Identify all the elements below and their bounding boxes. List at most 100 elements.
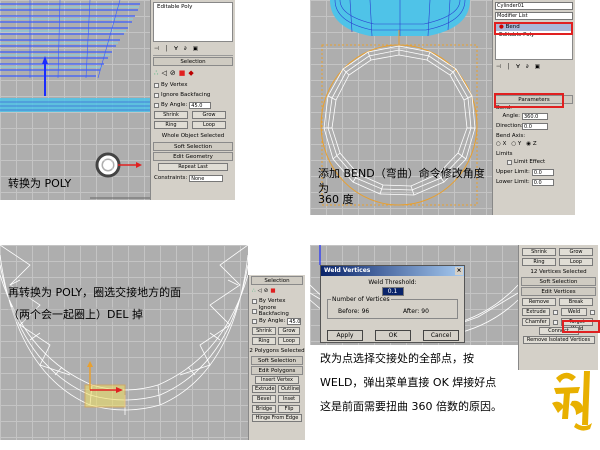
limit-effect-label: Limit Effect: [514, 159, 546, 165]
caption-weld-2: WELD，弹出菜单直接 OK 焊接好点: [320, 376, 497, 389]
weld-threshold-field[interactable]: 0.1: [381, 287, 404, 296]
by-angle-checkbox[interactable]: [154, 102, 159, 108]
shrink-button[interactable]: Shrink: [154, 111, 188, 119]
rollout-selection[interactable]: Selection: [153, 57, 233, 66]
chamfer-settings-icon[interactable]: [553, 319, 558, 325]
ring-button[interactable]: Ring: [522, 258, 556, 266]
by-angle-checkbox[interactable]: [252, 318, 257, 324]
ignore-backfacing-checkbox[interactable]: [252, 308, 257, 314]
border-mode-icon[interactable]: ⊘: [170, 69, 176, 77]
grow-button[interactable]: Grow: [192, 111, 226, 119]
upper-limit-field[interactable]: 0.0: [531, 168, 554, 176]
inset-button[interactable]: Inset: [278, 395, 300, 403]
hinge-from-edge-button[interactable]: Hinge From Edge: [252, 414, 302, 422]
remove-button[interactable]: Remove: [522, 298, 556, 306]
rollout-soft-selection[interactable]: Soft Selection: [521, 277, 596, 286]
make-unique-icon[interactable]: ∀: [174, 46, 178, 52]
chamfer-button[interactable]: Chamfer: [522, 318, 550, 326]
ring-button[interactable]: Ring: [252, 337, 276, 345]
repeat-last-button[interactable]: Repeat Last: [158, 163, 228, 171]
before-label: Before:: [338, 308, 360, 315]
by-vertex-checkbox[interactable]: [154, 82, 159, 88]
panel-delete-faces: 再转换为 POLY，圈选交接地方的面 （两个会一起圈上）DEL 掉 Select…: [0, 245, 305, 440]
calligraphy-logo: [552, 371, 592, 431]
break-button[interactable]: Break: [559, 298, 593, 306]
edge-mode-icon[interactable]: ◁: [258, 288, 262, 294]
remove-modifier-icon[interactable]: ∂: [184, 46, 187, 52]
apply-button[interactable]: Apply: [327, 330, 363, 341]
polygon-mode-icon[interactable]: ■: [179, 69, 186, 77]
remove-isolated-vertices-button[interactable]: Remove Isolated Vertices: [522, 336, 595, 344]
highlight-bend-stack: [494, 22, 573, 35]
remove-modifier-icon[interactable]: ∂: [526, 64, 529, 70]
panel-add-bend: 添加 BEND（弯曲）命令修改角度为 360 度 Cylinder01 Modi…: [310, 0, 575, 215]
cancel-button[interactable]: Cancel: [423, 330, 459, 341]
command-panel-1: Editable Poly ⊣ │ ∀ ∂ ▣ Selection ∴ ◁ ⊘ …: [150, 0, 235, 200]
shrink-button[interactable]: Shrink: [522, 248, 556, 256]
object-name-field[interactable]: Cylinder01: [495, 2, 573, 10]
rollout-edit-geometry[interactable]: Edit Geometry: [153, 152, 233, 161]
extrude-settings-icon[interactable]: [553, 309, 558, 315]
rollout-soft-selection[interactable]: Soft Selection: [153, 142, 233, 151]
grow-button[interactable]: Grow: [278, 327, 300, 335]
weld-vertices-dialog: Weld Vertices × Weld Threshold: 0.1 Numb…: [320, 265, 465, 343]
loop-button[interactable]: Loop: [278, 337, 300, 345]
highlight-weld-button: [562, 320, 600, 333]
shrink-button[interactable]: Shrink: [252, 327, 276, 335]
weld-button[interactable]: Weld: [561, 308, 587, 316]
outline-button[interactable]: Outline: [278, 385, 300, 393]
loop-button[interactable]: Loop: [559, 258, 593, 266]
selection-status: 12 Vertices Selected: [530, 269, 587, 275]
by-angle-field[interactable]: 45.0: [189, 101, 212, 109]
angle-label: Angle:: [502, 113, 520, 119]
axis-x-radio[interactable]: ○ X: [496, 141, 506, 147]
rollout-soft-selection[interactable]: Soft Selection: [251, 356, 303, 365]
polygon-mode-icon[interactable]: ■: [270, 288, 275, 294]
rollout-edit-polygons[interactable]: Edit Polygons: [251, 366, 303, 375]
ok-button[interactable]: OK: [375, 330, 411, 341]
axis-z-radio[interactable]: ◉ Z: [526, 141, 536, 147]
flip-button[interactable]: Flip: [278, 405, 300, 413]
bridge-button[interactable]: Bridge: [252, 405, 276, 413]
constraints-select[interactable]: None: [189, 174, 224, 182]
loop-button[interactable]: Loop: [192, 121, 226, 129]
modifier-list-dropdown[interactable]: Modifier List: [495, 12, 573, 20]
viewport-1[interactable]: 转换为 POLY: [0, 0, 150, 200]
extrude-button[interactable]: Extrude: [522, 308, 550, 316]
edge-mode-icon[interactable]: ◁: [161, 69, 166, 77]
vertex-mode-icon[interactable]: ∴: [252, 288, 256, 294]
grow-button[interactable]: Grow: [559, 248, 593, 256]
weld-settings-icon[interactable]: [590, 309, 595, 315]
upper-limit-label: Upper Limit:: [496, 169, 530, 175]
viewport-3[interactable]: 再转换为 POLY，圈选交接地方的面 （两个会一起圈上）DEL 掉: [0, 245, 248, 440]
show-end-result-icon[interactable]: │: [507, 64, 510, 70]
limit-effect-checkbox[interactable]: [507, 159, 512, 165]
ignore-backfacing-checkbox[interactable]: [154, 92, 159, 98]
pin-stack-icon[interactable]: ⊣: [154, 46, 159, 52]
ring-button[interactable]: Ring: [154, 121, 188, 129]
by-angle-field[interactable]: 45.0: [287, 317, 302, 325]
weld-threshold-label: Weld Threshold:: [368, 279, 417, 286]
viewport-2[interactable]: 添加 BEND（弯曲）命令修改角度为 360 度: [310, 0, 492, 215]
show-end-result-icon[interactable]: │: [165, 46, 168, 52]
vertex-mode-icon[interactable]: ∴: [154, 69, 158, 77]
make-unique-icon[interactable]: ∀: [516, 64, 520, 70]
element-mode-icon[interactable]: ◆: [188, 69, 193, 77]
rollout-edit-vertices[interactable]: Edit Vertices: [521, 287, 596, 296]
border-mode-icon[interactable]: ⊘: [264, 288, 269, 294]
pin-stack-icon[interactable]: ⊣: [496, 64, 501, 70]
rollout-selection[interactable]: Selection: [251, 276, 303, 285]
axis-y-radio[interactable]: ○ Y: [511, 141, 521, 147]
by-vertex-label: By Vertex: [161, 82, 188, 88]
close-icon[interactable]: ×: [455, 267, 463, 275]
configure-icon[interactable]: ▣: [193, 46, 198, 52]
bevel-button[interactable]: Bevel: [252, 395, 276, 403]
by-vertex-checkbox[interactable]: [252, 298, 257, 304]
insert-vertex-button[interactable]: Insert Vertex: [255, 376, 299, 384]
angle-field[interactable]: 360.0: [522, 112, 548, 120]
lower-limit-field[interactable]: 0.0: [531, 178, 554, 186]
configure-icon[interactable]: ▣: [535, 64, 540, 70]
extrude-button[interactable]: Extrude: [252, 385, 276, 393]
direction-field[interactable]: 0.0: [522, 122, 548, 130]
stack-item-editable-poly[interactable]: Editable Poly: [154, 3, 232, 11]
